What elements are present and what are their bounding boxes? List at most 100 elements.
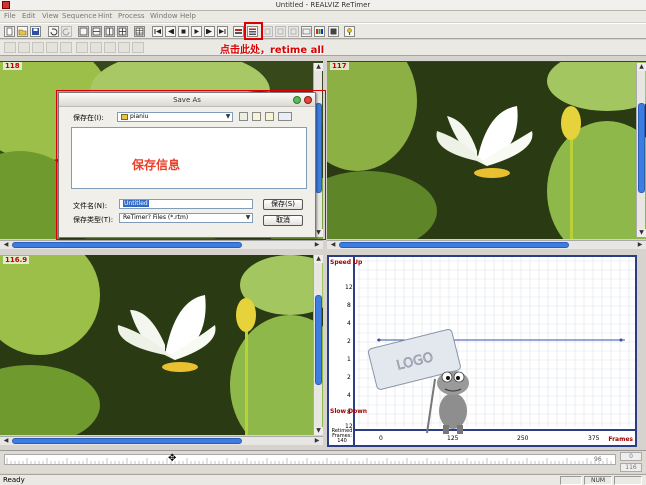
color-bars-icon[interactable] (314, 26, 325, 37)
horizontal-scrollbar[interactable]: ◀ ▶ (0, 436, 323, 445)
grid-view-icon[interactable] (134, 26, 145, 37)
mascot-logo-image: LOGO (367, 328, 469, 434)
scroll-thumb[interactable] (638, 103, 645, 193)
open-folder-icon[interactable] (17, 26, 28, 37)
tool-9-icon (118, 42, 130, 53)
vertical-scrollbar[interactable]: ▲ ▼ (636, 63, 646, 237)
last-frame-icon[interactable] (217, 26, 228, 37)
folder-name: pianiu (130, 113, 149, 120)
filename-label: 文件名(N): (73, 202, 108, 210)
scroll-up-icon[interactable]: ▲ (314, 63, 323, 71)
tool-8-icon (104, 42, 116, 53)
tool-2-icon (18, 42, 30, 53)
save-as-dialog: Save As 保存在(I): pianiu ▼ 保存信息 文件名(N): Un… (58, 92, 316, 238)
title-bar: Untitled - REALVIZ ReTimer (0, 0, 646, 11)
stop-icon[interactable] (178, 26, 189, 37)
menu-window[interactable]: Window (150, 11, 178, 22)
filename-field[interactable]: Untitled (119, 199, 253, 209)
timeline-cursor-icon[interactable]: ✥ (168, 452, 178, 466)
menu-process[interactable]: Process (118, 11, 145, 22)
speed-graph[interactable]: Speed Up 12 8 4 2 1 2 4 8 12 Slow Down R… (327, 255, 637, 447)
export-icon (288, 26, 299, 37)
x-tick: 250 (517, 435, 529, 442)
tool-7-icon (90, 42, 102, 53)
scroll-thumb[interactable] (12, 438, 242, 444)
chevron-down-icon: ▼ (225, 113, 231, 120)
ruler-ticks (6, 458, 612, 464)
end-frame-field[interactable]: 116 (620, 463, 642, 472)
prev-frame-icon[interactable] (165, 26, 176, 37)
menu-sequence[interactable]: Sequence (62, 11, 97, 22)
scroll-left-icon[interactable]: ◀ (329, 241, 337, 249)
options-icon[interactable] (328, 26, 339, 37)
scroll-up-icon[interactable]: ▲ (637, 63, 646, 71)
status-cell (614, 476, 642, 485)
retime-all-highlight (244, 22, 263, 40)
up-folder-icon[interactable] (252, 112, 261, 121)
retime-icon[interactable] (233, 26, 244, 37)
filetype-dropdown[interactable]: ReTimer? Files (*.rtm) ▼ (119, 213, 253, 223)
timeline-ruler[interactable]: ✥ 96 (4, 452, 616, 466)
next-frame-icon[interactable] (204, 26, 215, 37)
horizontal-scrollbar[interactable]: ◀ ▶ (327, 240, 646, 249)
scroll-left-icon[interactable]: ◀ (2, 437, 10, 445)
save-icon[interactable] (30, 26, 41, 37)
speed-axis: Speed Up 12 8 4 2 1 2 4 8 12 Slow Down (329, 257, 367, 445)
layout-double-icon[interactable] (91, 26, 102, 37)
app-window: Untitled - REALVIZ ReTimer File Edit Vie… (0, 0, 646, 485)
redo-icon (61, 26, 72, 37)
pane-border (327, 61, 646, 62)
undo-icon[interactable] (48, 26, 59, 37)
scroll-thumb[interactable] (12, 242, 242, 248)
viewer-pane-bottom-left[interactable]: 116.9 ▲ ▼ (0, 255, 323, 435)
menu-help[interactable]: Help (180, 11, 196, 22)
new-folder-icon[interactable] (265, 112, 274, 121)
play-icon[interactable] (191, 26, 202, 37)
vertical-scrollbar[interactable]: ▲ ▼ (313, 255, 323, 435)
tool-5-icon (60, 42, 72, 53)
scroll-down-icon[interactable]: ▼ (637, 229, 646, 237)
layout-split-icon[interactable] (104, 26, 115, 37)
close-icon[interactable] (304, 96, 312, 104)
tool-10-icon (132, 42, 144, 53)
save-in-label: 保存在(I): (73, 114, 104, 122)
window-title: Untitled - REALVIZ ReTimer (275, 1, 371, 9)
layout-quad-icon[interactable] (117, 26, 128, 37)
help-icon[interactable] (344, 26, 355, 37)
scroll-left-icon[interactable]: ◀ (2, 241, 10, 249)
save-info-text: 保存信息 (132, 158, 181, 172)
timeline[interactable]: ✥ 96 0 116 (0, 450, 646, 473)
num-lock-indicator: NUM (584, 476, 612, 485)
preview-icon[interactable] (301, 26, 312, 37)
scroll-right-icon[interactable]: ▶ (636, 241, 644, 249)
scroll-thumb[interactable] (315, 295, 322, 385)
new-file-icon[interactable] (4, 26, 15, 37)
view-menu-icon[interactable] (278, 112, 292, 121)
cancel-button[interactable]: 取消 (263, 215, 303, 226)
viewer-pane-top-right[interactable]: 117 ▲ ▼ (327, 61, 646, 239)
status-cell (560, 476, 582, 485)
menu-edit[interactable]: Edit (22, 11, 36, 22)
menu-view[interactable]: View (42, 11, 59, 22)
frame-number-label: 116.9 (3, 256, 30, 264)
scroll-down-icon[interactable]: ▼ (314, 427, 323, 435)
menu-file[interactable]: File (4, 11, 16, 22)
file-list[interactable]: 保存信息 (71, 127, 307, 189)
horizontal-scrollbar[interactable]: ◀ ▶ (0, 240, 323, 249)
scroll-thumb[interactable] (315, 103, 322, 193)
scroll-thumb[interactable] (339, 242, 569, 248)
tool-6-icon (76, 42, 88, 53)
layout-single-icon[interactable] (78, 26, 89, 37)
menu-hint[interactable]: Hint (98, 11, 112, 22)
lotus-frame-image (327, 61, 646, 239)
scroll-up-icon[interactable]: ▲ (314, 255, 323, 263)
scroll-right-icon[interactable]: ▶ (313, 437, 321, 445)
save-button[interactable]: 保存(S) (263, 199, 303, 210)
first-frame-icon[interactable] (152, 26, 163, 37)
help-button-icon[interactable] (293, 96, 301, 104)
back-icon[interactable] (239, 112, 248, 121)
save-in-dropdown[interactable]: pianiu ▼ (117, 112, 233, 122)
scroll-right-icon[interactable]: ▶ (313, 241, 321, 249)
y-tick: 2 (347, 374, 351, 381)
start-frame-field[interactable]: 0 (620, 452, 642, 461)
